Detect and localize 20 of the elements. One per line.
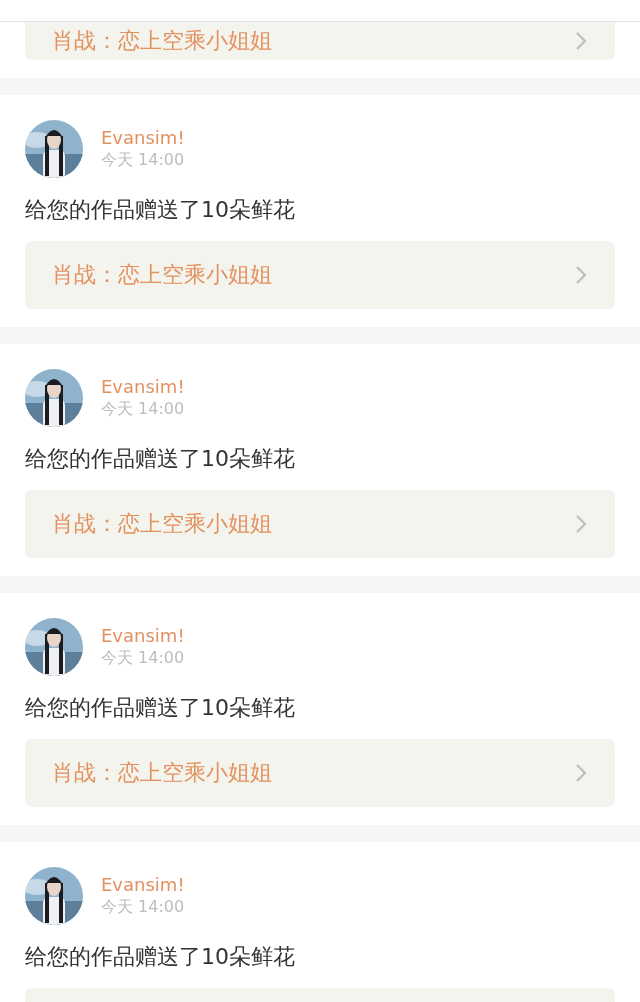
user-name[interactable]: Evansim! <box>101 127 185 148</box>
work-link[interactable]: 肖战：恋上空乘小姐姐 <box>25 739 615 807</box>
work-link[interactable]: 肖战：恋上空乘小姐姐 <box>25 490 615 558</box>
notification-message: 给您的作品赠送了10朵鲜花 <box>25 694 296 722</box>
chevron-right-icon <box>575 31 587 51</box>
work-link[interactable]: 肖战：恋上空乘小姐姐 <box>25 22 615 60</box>
notification-message: 给您的作品赠送了10朵鲜花 <box>25 445 296 473</box>
chevron-right-icon <box>575 763 587 783</box>
timestamp: 今天 14:00 <box>101 897 185 918</box>
notification-message: 给您的作品赠送了10朵鲜花 <box>25 196 296 224</box>
timestamp: 今天 14:00 <box>101 399 185 420</box>
user-name[interactable]: Evansim! <box>101 625 185 646</box>
chevron-right-icon <box>575 265 587 285</box>
chevron-right-icon <box>575 514 587 534</box>
notification-message: 给您的作品赠送了10朵鲜花 <box>25 943 296 971</box>
timestamp: 今天 14:00 <box>101 150 185 171</box>
user-name[interactable]: Evansim! <box>101 376 185 397</box>
work-link[interactable]: 肖战：恋上空乘小姐姐 <box>25 241 615 309</box>
user-name[interactable]: Evansim! <box>101 874 185 895</box>
timestamp: 今天 14:00 <box>101 648 185 669</box>
